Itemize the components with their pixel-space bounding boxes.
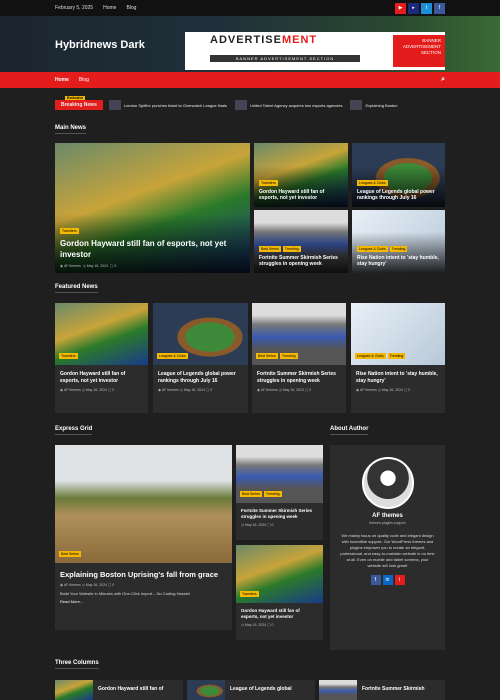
main-hero-card[interactable]: Transfers Gordon Hayward still fan of es…: [55, 143, 250, 273]
category-tag: Transfers: [60, 228, 79, 235]
breaking-news-ticker: Exclusive Breaking News London Spitfire p…: [0, 95, 500, 115]
current-date: February 5, 2025: [55, 5, 94, 11]
author-subtitle: themes.plugins.support: [369, 521, 406, 525]
search-icon[interactable]: ⌕: [441, 76, 445, 84]
facebook-icon[interactable]: f: [434, 2, 445, 14]
express-big-title: Explaining Boston Uprising's fall from g…: [60, 570, 219, 579]
featured-card[interactable]: Best Series Trending Fortnite Summer Skir…: [252, 303, 346, 413]
ticker-item[interactable]: United Talent Agency acquires two esport…: [235, 100, 342, 110]
read-more-link[interactable]: Read More...: [60, 599, 227, 604]
main-nav: Home Blog ⌕: [0, 72, 500, 88]
facebook-icon[interactable]: f: [370, 575, 381, 585]
main-side-card[interactable]: Transfers Gordon Hayward still fan of esp…: [254, 143, 348, 207]
nav-home[interactable]: Home: [55, 77, 69, 83]
section-title-three-columns: Three Columns: [55, 660, 99, 669]
top-social: ▶ ▸ t f: [395, 2, 445, 14]
express-small-card[interactable]: Transfers Gordon Hayward still fan of es…: [236, 545, 323, 640]
express-big-card[interactable]: Best Series Explaining Boston Uprising's…: [55, 445, 232, 630]
advertisement-banner[interactable]: ADVERTISEMENT BANNER ADVERTISEMENT SECTI…: [185, 32, 445, 70]
main-side-card[interactable]: Leagues & Clubs Trending Rise Nation inten…: [352, 210, 445, 273]
featured-card[interactable]: Leagues & Clubs League of Legends global…: [153, 303, 248, 413]
ticker-item[interactable]: Explaining Boston: [350, 100, 398, 110]
author-description: We mainly focus on quality code and eleg…: [340, 533, 435, 568]
site-header: Hybridnews Dark ADVERTISEMENT BANNER ADV…: [0, 16, 500, 72]
exclusive-badge: Exclusive: [65, 96, 86, 100]
youtube-icon[interactable]: ▶: [395, 2, 406, 14]
ad-title: ADVERTISEMENT: [210, 34, 318, 46]
twitter-icon[interactable]: t: [421, 2, 432, 14]
section-title-about-author: About Author: [330, 426, 369, 435]
express-small-card[interactable]: Best Series Trending Fortnite Summer Skir…: [236, 445, 323, 540]
avatar: [361, 457, 414, 509]
ticker-item[interactable]: London Spitfire punches ticket to Overwa…: [108, 100, 227, 110]
nav-blog[interactable]: Blog: [79, 77, 89, 83]
vimeo-icon[interactable]: ▸: [408, 2, 419, 14]
express-excerpt: Build Your Website in Minutes with One-C…: [60, 591, 190, 597]
top-link-home[interactable]: Home: [103, 5, 116, 11]
main-side-card[interactable]: Leagues & Clubs League of Legends global …: [352, 143, 445, 207]
author-social: f in t: [330, 575, 445, 585]
main-side-card[interactable]: Best Series Trending Fortnite Summer Skirm…: [254, 210, 348, 273]
section-title-main-news: Main News: [55, 125, 87, 134]
breaking-news-label: Exclusive Breaking News: [55, 96, 103, 110]
ad-side-label: BANNER ADVERTISEMENT SECTION: [393, 35, 445, 67]
about-author-widget: AF themes themes.plugins.support We main…: [330, 445, 445, 650]
ad-subtitle: BANNER ADVERTISEMENT SECTION: [210, 55, 360, 62]
linkedin-icon[interactable]: in: [382, 575, 393, 585]
top-bar: February 5, 2025 Home Blog ▶ ▸ t f: [0, 0, 500, 16]
top-link-blog[interactable]: Blog: [126, 5, 136, 11]
author-name: AF themes: [372, 513, 403, 519]
twitter-icon[interactable]: t: [394, 575, 405, 585]
section-title-featured-news: Featured News: [55, 284, 98, 293]
three-col-card[interactable]: Fortnite Summer Skirmish: [319, 680, 445, 700]
featured-card[interactable]: Transfers Gordon Hayward still fan of es…: [55, 303, 148, 413]
hero-meta: ◉ AF themes ◷ May 16, 2024 ▢ 0: [60, 264, 117, 268]
hero-title: Gordon Hayward still fan of esports, not…: [60, 239, 227, 260]
featured-card[interactable]: Leagues & Clubs Trending Rise Nation inte…: [351, 303, 445, 413]
three-col-card[interactable]: League of Legends global: [187, 680, 315, 700]
section-title-express-grid: Express Grid: [55, 426, 93, 435]
three-col-card[interactable]: Gordon Hayward still fan of: [55, 680, 183, 700]
site-title[interactable]: Hybridnews Dark: [55, 39, 145, 51]
